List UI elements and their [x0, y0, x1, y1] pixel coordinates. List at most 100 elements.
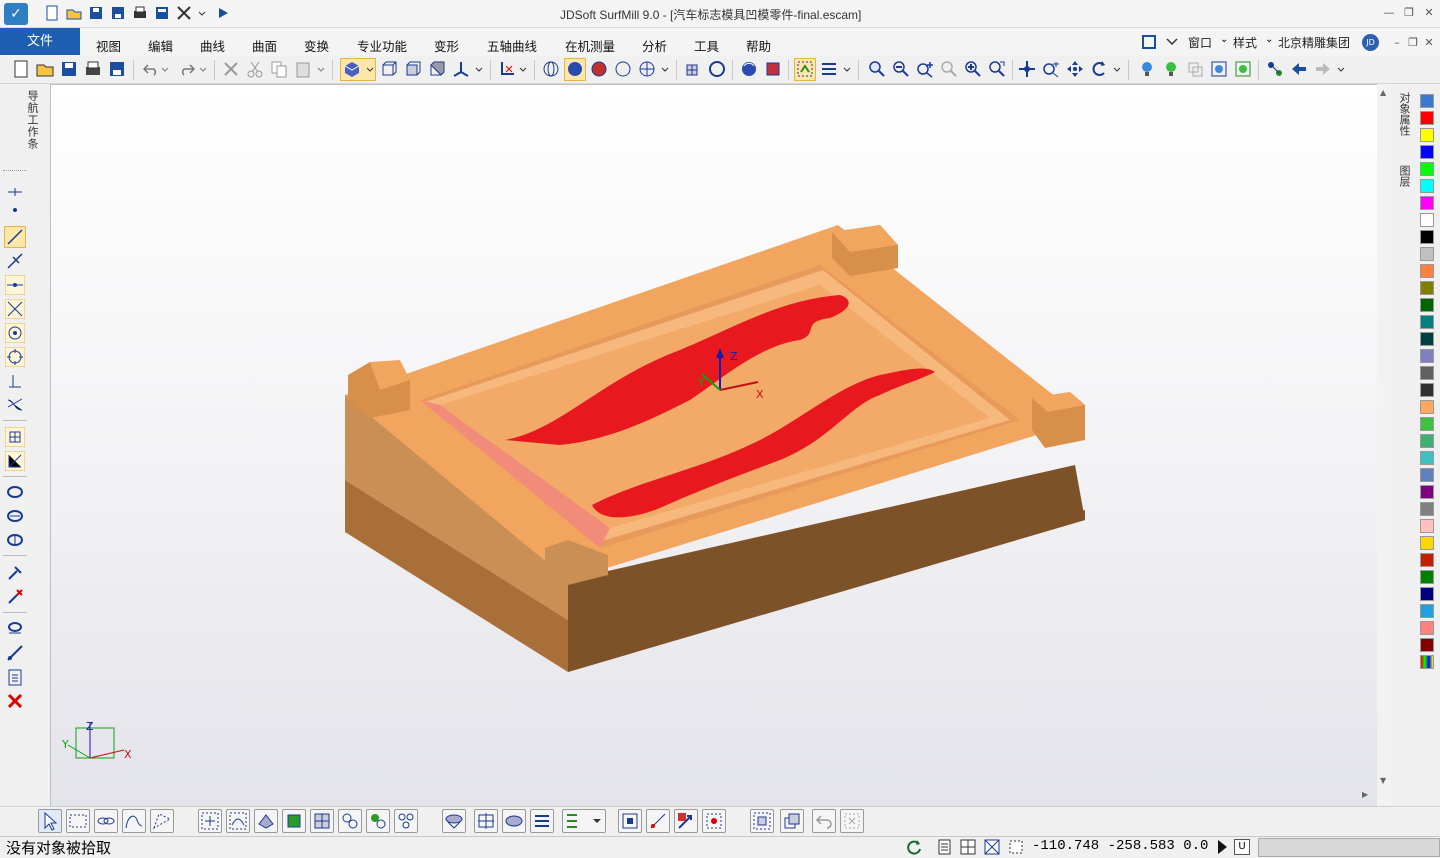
quadrant-snap-icon[interactable] [5, 347, 25, 367]
color-swatch[interactable] [1420, 451, 1434, 465]
copy-icon[interactable] [270, 60, 288, 78]
box-select-button[interactable] [66, 809, 90, 833]
group-icon[interactable] [1266, 60, 1284, 78]
zoom-window-icon[interactable] [868, 60, 886, 78]
mesh-cube-icon[interactable] [684, 60, 702, 78]
menu-tools[interactable]: 工具 [694, 36, 719, 55]
arrow-left-icon[interactable] [1290, 60, 1308, 78]
chevron-down-icon[interactable] [160, 60, 170, 78]
file-menu-tab[interactable]: 文件 [0, 28, 80, 55]
window-menu[interactable]: 窗口 [1188, 34, 1212, 51]
redo-icon[interactable] [178, 60, 196, 78]
color-swatch[interactable] [1420, 264, 1434, 278]
wcs-icon-3[interactable] [5, 530, 25, 550]
center-snap-icon[interactable] [5, 323, 25, 343]
navigation-workbar-tab[interactable]: 导航工作条 [26, 90, 40, 150]
print-icon[interactable] [84, 60, 102, 78]
chevron-down-icon[interactable] [198, 5, 208, 21]
menu-deform[interactable]: 变形 [434, 36, 459, 55]
save-icon[interactable] [88, 5, 104, 21]
save-copy-icon[interactable] [108, 60, 126, 78]
measure-icon[interactable] [5, 643, 25, 663]
color-swatch[interactable] [1420, 570, 1434, 584]
layer-filter-button[interactable] [394, 809, 418, 833]
sphere-color-icon[interactable] [590, 60, 608, 78]
save-all-icon[interactable] [154, 5, 170, 21]
color-swatch[interactable] [1420, 655, 1434, 669]
palette-settings-icon[interactable] [1420, 94, 1434, 108]
delete-icon[interactable] [222, 60, 240, 78]
chevron-down-icon[interactable]: ⌄ [1265, 34, 1273, 45]
smart-snap-icon[interactable] [5, 451, 25, 471]
outline-sphere-icon[interactable] [708, 60, 726, 78]
undo-icon[interactable] [142, 60, 160, 78]
solid-filter-button[interactable] [282, 809, 306, 833]
pick-icon[interactable] [5, 563, 25, 583]
menu-transform[interactable]: 变换 [304, 36, 329, 55]
rotate-view-icon[interactable] [1090, 60, 1108, 78]
hide-object-icon[interactable] [1186, 60, 1204, 78]
tools-icon[interactable] [176, 5, 192, 21]
vertical-scrollbar[interactable] [1377, 84, 1391, 806]
grid-snap-icon[interactable] [5, 427, 25, 447]
menu-view[interactable]: 视图 [96, 36, 121, 55]
group-filter-button[interactable] [338, 809, 362, 833]
document-icon[interactable] [936, 839, 952, 855]
layers-tab[interactable]: 图层 [1398, 165, 1412, 187]
new-file-icon[interactable] [44, 5, 60, 21]
lasso-select-button[interactable] [150, 809, 174, 833]
scroll-up-icon[interactable]: ▲ [1380, 88, 1386, 97]
snap-cancel-button[interactable] [702, 809, 726, 833]
chevron-down-icon[interactable] [365, 60, 375, 78]
color-filter-button[interactable] [366, 809, 390, 833]
color-swatch[interactable] [1420, 247, 1434, 261]
style-menu[interactable]: 样式 [1233, 34, 1257, 51]
color-swatch[interactable] [1420, 145, 1434, 159]
wire-cube-icon[interactable] [380, 60, 398, 78]
color-swatch[interactable] [1420, 502, 1434, 516]
u-toggle-button[interactable]: U [1234, 839, 1250, 855]
color-swatch[interactable] [1420, 281, 1434, 295]
mold-model[interactable]: Z X Y Z X Y [50, 84, 1377, 806]
new-icon[interactable] [12, 60, 30, 78]
zoom-out-icon[interactable] [892, 60, 910, 78]
zoom-all-icon[interactable] [988, 60, 1006, 78]
render-sphere-icon[interactable] [740, 60, 758, 78]
zoom-dynamic-icon[interactable] [916, 60, 934, 78]
menu-surface[interactable]: 曲面 [252, 36, 277, 55]
chevron-down-icon[interactable] [198, 60, 208, 78]
delete-x-icon[interactable] [5, 691, 25, 711]
chevron-down-icon[interactable] [1165, 36, 1179, 48]
minimize-icon[interactable]: — [1380, 6, 1398, 20]
color-swatch[interactable] [1420, 315, 1434, 329]
show-object-icon[interactable] [1210, 60, 1228, 78]
sphere-outline-icon[interactable] [614, 60, 632, 78]
color-swatch[interactable] [1420, 366, 1434, 380]
color-swatch[interactable] [1420, 536, 1434, 550]
color-swatch[interactable] [1420, 485, 1434, 499]
intersection-snap-icon[interactable] [5, 299, 25, 319]
chevron-down-icon[interactable] [316, 60, 326, 78]
open-icon[interactable] [36, 60, 54, 78]
view-tilt-button[interactable] [502, 809, 526, 833]
snap-dot-icon[interactable] [5, 200, 25, 220]
menu-curve[interactable]: 曲线 [200, 36, 225, 55]
point-filter-button[interactable] [198, 809, 222, 833]
align-dropdown-button[interactable] [562, 809, 606, 833]
tangent-snap-icon[interactable] [5, 395, 25, 415]
zoom-previous-icon[interactable] [940, 60, 958, 78]
menu-edit[interactable]: 编辑 [148, 36, 173, 55]
view-flip-button[interactable] [530, 809, 554, 833]
surface-filter-button[interactable] [254, 809, 278, 833]
object-properties-tab[interactable]: 对象属性 [1398, 92, 1412, 136]
light-bulb-green-icon[interactable] [1162, 60, 1180, 78]
view-front-icon[interactable] [404, 60, 422, 78]
material-icon[interactable] [764, 60, 782, 78]
sphere-wire-icon[interactable] [542, 60, 560, 78]
color-swatch[interactable] [1420, 196, 1434, 210]
layer-props-icon[interactable] [5, 619, 25, 639]
save-as-icon[interactable] [110, 5, 126, 21]
chevron-down-icon[interactable] [1336, 60, 1346, 78]
zoom-in-icon[interactable] [964, 60, 982, 78]
snap-point-icon[interactable] [5, 182, 25, 202]
